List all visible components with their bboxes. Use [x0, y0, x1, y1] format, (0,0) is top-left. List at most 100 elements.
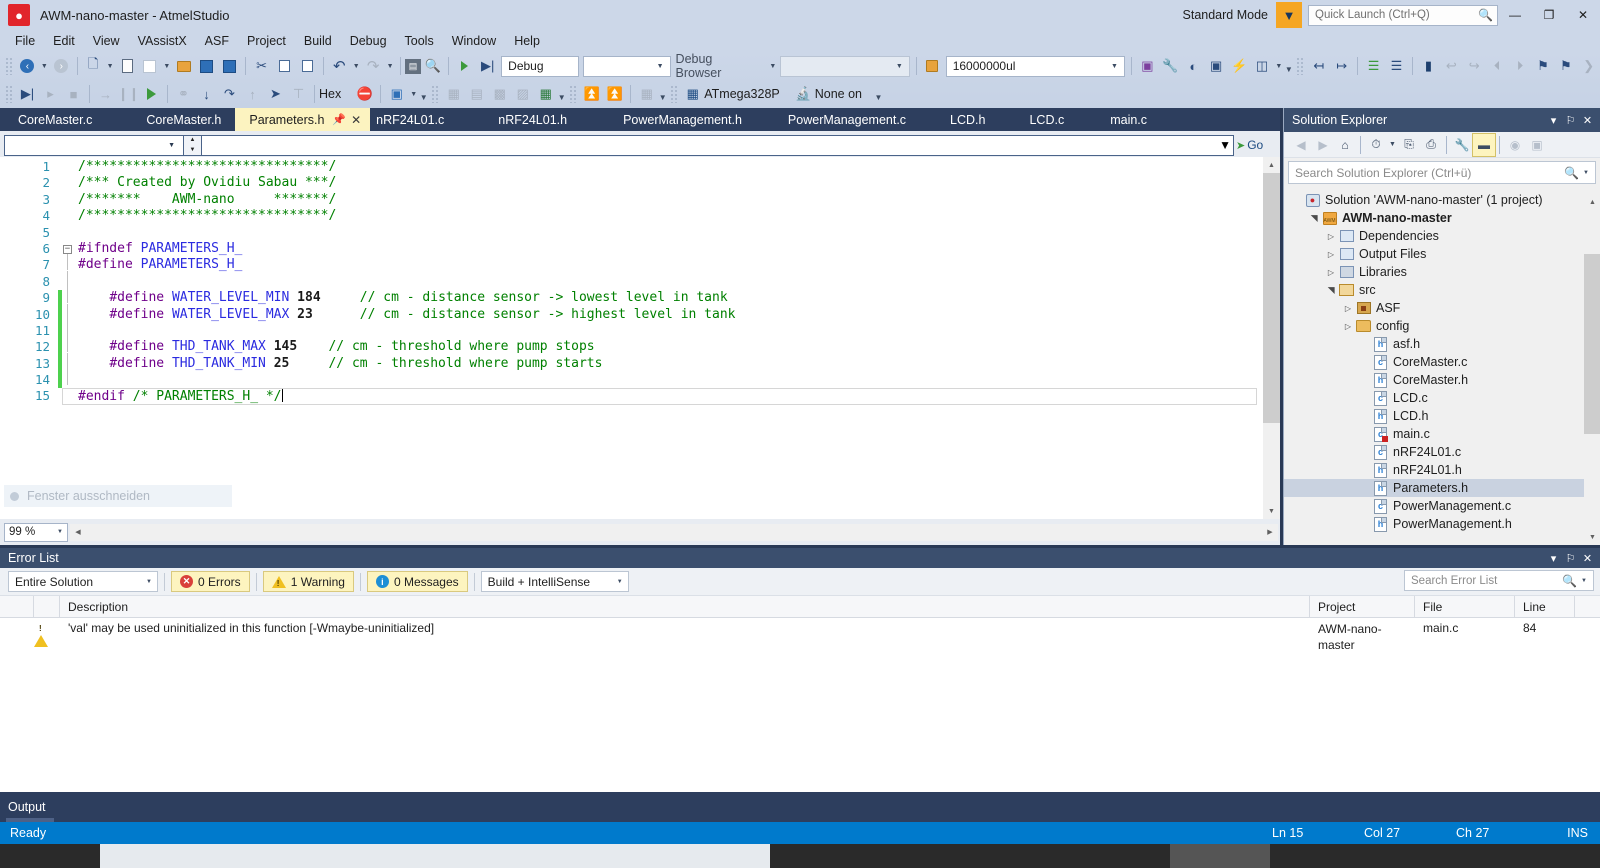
scroll-down-icon[interactable]: ▼: [1263, 503, 1280, 519]
editor-vertical-scrollbar[interactable]: ▲ ▼: [1263, 157, 1280, 519]
solution-tree-item[interactable]: h Parameters.h: [1284, 479, 1600, 497]
hscroll-track[interactable]: [86, 523, 1262, 541]
spin-up-icon[interactable]: ▲: [190, 137, 196, 143]
target-icon[interactable]: ◐: [1182, 55, 1205, 78]
paste-icon[interactable]: [296, 55, 319, 78]
class-view-icon[interactable]: ▣: [1526, 134, 1548, 156]
new-file-dropdown[interactable]: ▼: [161, 55, 172, 78]
fuses-icon[interactable]: ▦: [635, 83, 658, 106]
show-all-files-icon[interactable]: ▬: [1472, 132, 1496, 157]
navigate-backward-button[interactable]: ‹: [16, 55, 39, 78]
scroll-up-icon[interactable]: ▲: [1263, 157, 1280, 173]
start-debugging-button[interactable]: [453, 55, 476, 78]
save-all-icon[interactable]: [218, 55, 241, 78]
pin-icon[interactable]: ⚐: [1562, 549, 1579, 567]
expander-open-icon[interactable]: ◢: [1326, 283, 1337, 297]
expander-closed-icon[interactable]: ▷: [1341, 322, 1355, 331]
expander-closed-icon[interactable]: ▷: [1324, 232, 1338, 241]
menu-build[interactable]: Build: [295, 31, 341, 51]
menu-vassistx[interactable]: VAssistX: [129, 31, 196, 51]
run-icon[interactable]: [140, 83, 163, 106]
scroll-left-icon[interactable]: ◀: [70, 524, 86, 541]
solution-tree-item[interactable]: ▷ Dependencies: [1284, 227, 1600, 245]
toggle-bookmark-icon[interactable]: ▮: [1417, 55, 1440, 78]
solution-tree-item[interactable]: c nRF24L01.c: [1284, 443, 1600, 461]
pin-icon[interactable]: 📌: [332, 113, 346, 126]
column-line[interactable]: Line: [1515, 595, 1575, 618]
save-icon[interactable]: [195, 55, 218, 78]
hex-label[interactable]: Hex: [319, 87, 341, 101]
tab-coremaster-h[interactable]: CoreMaster.h: [106, 108, 235, 131]
tab-powermanagement-c[interactable]: PowerManagement.c: [756, 108, 920, 131]
pin-icon[interactable]: ⚐: [1562, 110, 1579, 130]
tool-icon[interactable]: 🔬: [792, 83, 815, 106]
undo-dropdown[interactable]: ▼: [351, 55, 362, 78]
toolbar-grip[interactable]: [569, 85, 578, 103]
navigation-spinner[interactable]: ▲ ▼: [184, 134, 202, 156]
menu-view[interactable]: View: [84, 31, 129, 51]
chevron-down-icon[interactable]: ▾: [1545, 549, 1562, 567]
forward-icon[interactable]: ▶: [1312, 134, 1334, 156]
tab-main-c[interactable]: main.c: [1078, 108, 1161, 131]
close-icon[interactable]: ✕: [1579, 110, 1596, 130]
code-text-area[interactable]: 1 /*******************************/ 2 /*** …: [0, 157, 1280, 519]
solution-tree-item[interactable]: c main.c: [1284, 425, 1600, 443]
new-file-icon[interactable]: [139, 55, 162, 78]
expander-closed-icon[interactable]: ▷: [1341, 304, 1355, 313]
next-bookmark-icon[interactable]: ↪: [1463, 55, 1486, 78]
go-button[interactable]: ➤ Go: [1234, 135, 1274, 156]
toolbar-overflow-button[interactable]: ▼: [1284, 56, 1293, 76]
frequency-combo[interactable]: 16000000ul ▼: [945, 55, 1125, 77]
memory-view-icon[interactable]: ▦: [442, 83, 465, 106]
start-without-debugging-button[interactable]: ▶|: [476, 55, 499, 78]
back-icon[interactable]: ◀: [1290, 134, 1312, 156]
next-bookmark-folder-icon[interactable]: ⏵: [1509, 55, 1532, 78]
trace-view-icon[interactable]: ▨: [511, 83, 534, 106]
add-bookmark-icon[interactable]: ⚑: [1554, 55, 1577, 78]
clear-bookmarks-icon[interactable]: ⚑: [1531, 55, 1554, 78]
debug-window-dropdown[interactable]: ▼: [408, 83, 419, 106]
solution-tree-item[interactable]: ◢ src: [1284, 281, 1600, 299]
frame-icon[interactable]: ▣: [1205, 55, 1228, 78]
warnings-filter-button[interactable]: 1 Warning: [262, 571, 354, 592]
stop-debugging-button[interactable]: ■: [62, 83, 85, 106]
solution-tree-item[interactable]: ▷ config: [1284, 317, 1600, 335]
navigate-forward-button[interactable]: ›: [50, 55, 73, 78]
increase-indent-icon[interactable]: ↦: [1330, 55, 1353, 78]
editor-horizontal-scrollbar[interactable]: ◀ ▶: [70, 523, 1278, 541]
chevron-down-icon[interactable]: ▼: [1577, 578, 1591, 584]
solution-tree-item[interactable]: ◢ AWM AWM-nano-master: [1284, 209, 1600, 227]
refresh-icon[interactable]: ⎙: [1420, 134, 1442, 156]
tab-powermanagement-h[interactable]: PowerManagement.h: [581, 108, 756, 131]
step-over-icon[interactable]: ↷: [218, 83, 241, 106]
toolbar-overflow-button[interactable]: ▼: [658, 84, 667, 104]
pointer-icon[interactable]: ➤: [264, 83, 287, 106]
tab-lcd-h[interactable]: LCD.h: [920, 108, 999, 131]
toolbar-overflow-button[interactable]: ▼: [419, 84, 428, 104]
toolbar-overflow-button[interactable]: ▼: [874, 84, 883, 104]
solution-tree-item[interactable]: c LCD.c: [1284, 389, 1600, 407]
show-next-statement-icon[interactable]: ⚭: [172, 83, 195, 106]
menu-file[interactable]: File: [6, 31, 44, 51]
build-filter-combo[interactable]: Build + IntelliSense ▼: [480, 571, 629, 592]
toolbar-grip[interactable]: [5, 57, 13, 75]
menu-tools[interactable]: Tools: [396, 31, 443, 51]
column-severity[interactable]: [34, 595, 60, 618]
funnel-icon[interactable]: ▼: [1276, 2, 1302, 28]
chevron-down-icon[interactable]: ▼: [1579, 170, 1593, 176]
solution-tree-item[interactable]: c PowerManagement.c: [1284, 497, 1600, 515]
vs-window-icon[interactable]: ▣: [1136, 55, 1159, 78]
close-icon[interactable]: ✕: [351, 113, 361, 127]
home-icon[interactable]: ⌂: [1334, 134, 1356, 156]
scrollbar-thumb[interactable]: [1584, 254, 1600, 434]
platform-combo[interactable]: ▼: [582, 55, 671, 77]
scrollbar-thumb[interactable]: [1263, 173, 1280, 423]
debug-window-icon[interactable]: ▣: [385, 83, 408, 106]
console-icon[interactable]: ◫: [1251, 55, 1274, 78]
find-icon[interactable]: 🔍: [421, 55, 444, 78]
minimize-button[interactable]: —: [1498, 0, 1532, 30]
cut-icon[interactable]: ✂: [250, 55, 273, 78]
console-dropdown[interactable]: ▼: [1273, 55, 1284, 78]
menu-debug[interactable]: Debug: [341, 31, 396, 51]
chevron-down-icon[interactable]: ▾: [1545, 110, 1562, 130]
